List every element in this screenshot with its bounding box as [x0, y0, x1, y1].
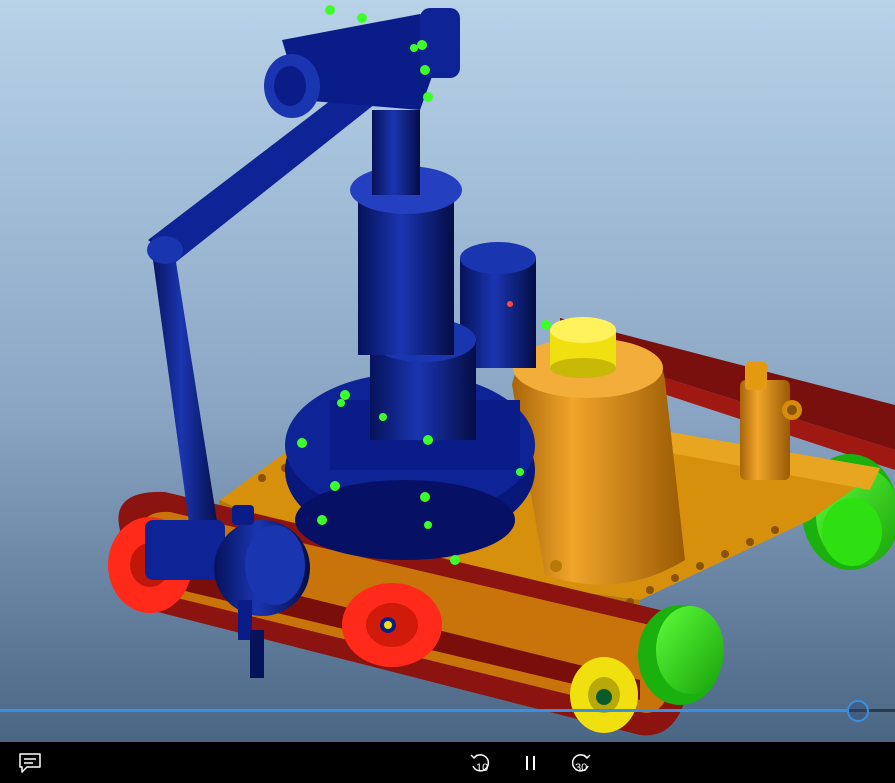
tank-cap — [550, 317, 616, 378]
captions-button[interactable] — [10, 746, 50, 779]
captions-icon — [19, 752, 41, 773]
seek-thumb[interactable] — [847, 700, 870, 722]
skip-forward-button[interactable]: 30 — [561, 746, 601, 779]
seek-progress — [0, 709, 848, 712]
pause-icon — [526, 755, 535, 770]
video-frame[interactable] — [0, 0, 895, 742]
seek-bar[interactable] — [0, 697, 895, 723]
middle-wheel — [342, 583, 442, 667]
skip-forward-label: 30 — [575, 762, 588, 774]
pause-button[interactable] — [511, 746, 551, 779]
skip-back-label: 10 — [476, 762, 489, 774]
media-control-bar: 10 30 — [0, 742, 895, 783]
skip-back-button[interactable]: 10 — [460, 746, 500, 779]
robot-cad-scene — [0, 0, 895, 742]
